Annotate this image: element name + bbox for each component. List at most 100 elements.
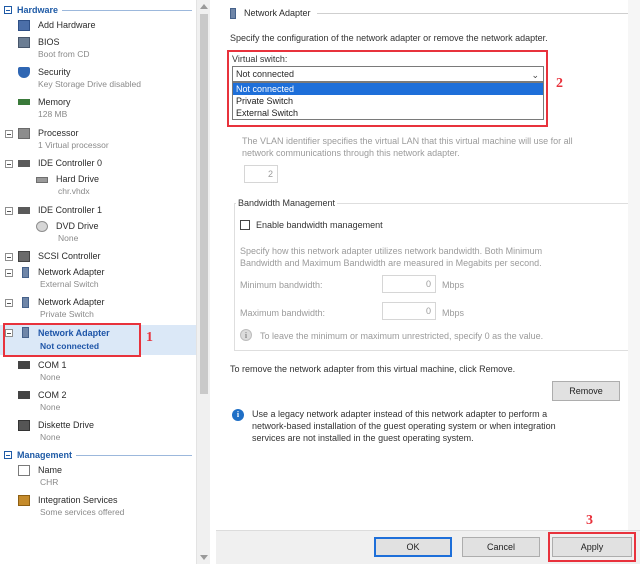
cancel-button[interactable]: Cancel [462, 537, 540, 557]
hardware-header-label: Hardware [17, 5, 59, 15]
callout-box-2 [227, 50, 548, 127]
pane-description: Specify the configuration of the network… [230, 33, 548, 43]
tree-item-sub: Boot from CD [38, 49, 90, 59]
management-header-label: Management [17, 450, 73, 460]
enable-bandwidth-label[interactable]: Enable bandwidth management [256, 220, 383, 230]
legacy-note-line-2: network-based installation of the guest … [252, 421, 556, 431]
header-divider [316, 12, 630, 14]
tree-item-network-adapter-private[interactable]: Network Adapter Private Switch [0, 296, 196, 324]
tree-item-processor[interactable]: Processor 1 Virtual processor [0, 127, 196, 155]
shield-icon [18, 67, 30, 78]
tree-item-sub: Some services offered [40, 507, 125, 517]
settings-tree: Hardware Add Hardware BIOS Boot from CD … [0, 0, 196, 564]
ok-button[interactable]: OK [374, 537, 452, 557]
tree-item-security[interactable]: Security Key Storage Drive disabled [0, 66, 196, 94]
memory-icon [18, 99, 30, 105]
bios-chip-icon [18, 37, 30, 48]
management-section-header[interactable]: Management [0, 448, 196, 462]
tree-item-diskette-drive[interactable]: Diskette Drive None [0, 419, 196, 447]
tree-item-sub: 128 MB [38, 109, 68, 119]
tree-item-hard-drive[interactable]: Hard Drive chr.vhdx [0, 173, 196, 201]
remove-instruction: To remove the network adapter from this … [230, 364, 516, 374]
tree-item-memory[interactable]: Memory 128 MB [0, 96, 196, 124]
scroll-thumb[interactable] [200, 14, 208, 394]
tree-item-bios[interactable]: BIOS Boot from CD [0, 36, 196, 64]
tree-item-com1[interactable]: COM 1 None [0, 359, 196, 387]
expand-box-icon[interactable] [5, 130, 13, 138]
bandwidth-description-1: Specify how this network adapter utilize… [240, 246, 543, 256]
tree-item-label: SCSI Controller [38, 251, 101, 261]
tree-item-name[interactable]: Name CHR [0, 464, 196, 492]
tree-item-label: Name [38, 465, 63, 475]
legacy-note-line-1: Use a legacy network adapter instead of … [252, 409, 548, 419]
expand-box-icon[interactable] [5, 299, 13, 307]
scsi-controller-icon [18, 251, 30, 262]
bandwidth-title: Bandwidth Management [236, 198, 338, 208]
tree-item-label: COM 2 [38, 390, 67, 400]
bandwidth-description-2: Bandwidth and Maximum Bandwidth are meas… [240, 258, 542, 268]
min-bandwidth-label: Minimum bandwidth: [240, 280, 323, 290]
tree-item-sub: 1 Virtual processor [38, 140, 109, 150]
network-adapter-icon [22, 267, 29, 278]
tree-item-label: IDE Controller 0 [38, 158, 103, 168]
max-bandwidth-input[interactable]: 0 [382, 302, 436, 320]
info-icon: i [232, 409, 244, 421]
network-adapter-icon [230, 7, 236, 19]
network-adapter-icon [22, 297, 29, 308]
tree-item-label: COM 1 [38, 360, 67, 370]
dvd-disc-icon [36, 221, 48, 232]
tree-item-label: Diskette Drive [38, 420, 95, 430]
callout-number-2: 2 [556, 76, 563, 91]
floppy-disk-icon [18, 420, 30, 431]
tree-item-label: Integration Services [38, 495, 118, 505]
collapse-box-icon[interactable] [4, 6, 12, 14]
tree-item-integration-services[interactable]: Integration Services Some services offer… [0, 494, 196, 522]
collapse-box-icon[interactable] [4, 451, 12, 459]
tree-item-label: Memory [38, 97, 71, 107]
tree-item-sub: Private Switch [40, 309, 94, 319]
add-hardware-icon [18, 20, 30, 31]
vlan-description-2: network communications through this netw… [242, 148, 460, 158]
expand-box-icon[interactable] [5, 253, 13, 261]
expand-box-icon[interactable] [5, 269, 13, 277]
tree-item-label: Network Adapter [38, 297, 105, 307]
tree-item-dvd-drive[interactable]: DVD Drive None [0, 220, 196, 248]
collapse-box-icon[interactable] [5, 160, 13, 168]
enable-bandwidth-checkbox[interactable] [240, 220, 250, 230]
pane-scrollbar[interactable] [628, 0, 640, 530]
remove-button[interactable]: Remove [552, 381, 620, 401]
tree-item-sub: None [40, 372, 61, 382]
name-tag-icon [18, 465, 30, 476]
collapse-box-icon[interactable] [5, 207, 13, 215]
callout-number-1: 1 [146, 330, 153, 345]
vlan-id-value: 2 [267, 169, 273, 179]
tree-item-sub: chr.vhdx [58, 186, 90, 196]
com-port-icon [18, 361, 30, 369]
callout-box-3 [548, 532, 636, 562]
scroll-down-arrow-icon[interactable] [200, 555, 208, 560]
ide-controller-icon [18, 160, 30, 167]
tree-item-sub: Key Storage Drive disabled [38, 79, 142, 89]
callout-number-3: 3 [586, 513, 593, 528]
scroll-up-arrow-icon[interactable] [200, 4, 208, 9]
tree-item-com2[interactable]: COM 2 None [0, 389, 196, 417]
min-bandwidth-unit: Mbps [442, 280, 465, 290]
vlan-id-input[interactable]: 2 [244, 165, 278, 183]
tree-item-label: Network Adapter [38, 267, 105, 277]
pane-header: Network Adapter [230, 6, 630, 20]
callout-box-1 [3, 323, 141, 357]
ide-controller-icon [18, 207, 30, 214]
tree-item-label: Hard Drive [56, 174, 100, 184]
vlan-description-1: The VLAN identifier specifies the virtua… [242, 136, 573, 146]
hardware-section-header[interactable]: Hardware [0, 3, 196, 17]
info-icon: i [240, 329, 252, 341]
processor-icon [18, 128, 30, 139]
tree-item-sub: External Switch [40, 279, 99, 289]
min-bandwidth-input[interactable]: 0 [382, 275, 436, 293]
tree-item-label: Add Hardware [38, 20, 96, 30]
tree-item-label: IDE Controller 1 [38, 205, 103, 215]
tree-item-label: Security [38, 67, 71, 77]
tree-scrollbar[interactable] [196, 0, 210, 564]
tree-item-network-adapter-external[interactable]: Network Adapter External Switch [0, 266, 196, 294]
min-bandwidth-value: 0 [425, 279, 431, 289]
